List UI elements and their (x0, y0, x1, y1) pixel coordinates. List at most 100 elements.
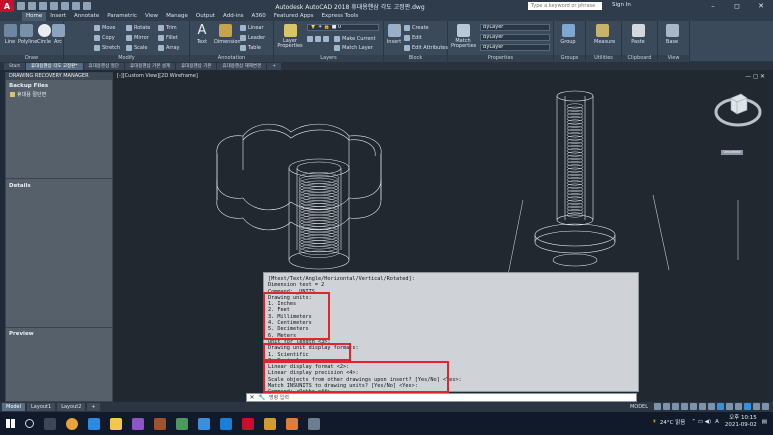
group-button[interactable]: Group (560, 24, 576, 45)
viewcube-icon[interactable] (713, 84, 763, 134)
weather-icon[interactable]: ☀ (652, 419, 657, 425)
command-line-input[interactable]: ✕ 🔧 명령 입력 (246, 393, 637, 402)
measure-button[interactable]: Measure (594, 24, 615, 45)
properties-group-label[interactable]: Properties (448, 55, 553, 62)
wrench-icon[interactable]: 🔧 (257, 394, 267, 401)
leader-button[interactable]: Leader (240, 34, 265, 41)
undo-icon[interactable] (72, 2, 80, 10)
ribbon-tab-parametric[interactable]: Parametric (103, 12, 141, 21)
zoom-icon[interactable] (220, 417, 232, 430)
stretch-button[interactable]: Stretch (94, 44, 120, 51)
array-button[interactable]: Array (158, 44, 179, 51)
match-layer-button[interactable]: Match Layer (334, 44, 373, 51)
snap-icon[interactable] (663, 403, 670, 410)
create-block-button[interactable]: Create (404, 24, 429, 31)
utilities-group-label[interactable]: Utilities (586, 55, 621, 62)
palette-divider[interactable] (6, 178, 112, 179)
document-tab[interactable]: 휴대용핸삼 해제변경 (217, 62, 267, 70)
layout-tab-layout2[interactable]: Layout2 (57, 403, 86, 411)
view-group-label[interactable]: View (658, 55, 689, 62)
layer-tools-icons[interactable] (307, 35, 331, 42)
palette-title[interactable]: DRAWING RECOVERY MANAGER (6, 73, 112, 80)
windows-start-icon[interactable] (0, 412, 20, 435)
document-tab[interactable]: 휴대용핸삼 절단 (83, 62, 124, 70)
document-tab[interactable]: 휴대용핸삼 각도 고정판* (26, 62, 83, 70)
document-tab[interactable]: 휴대용핸삼 기본 설계 (124, 62, 176, 70)
lineweight-icon[interactable] (699, 403, 706, 410)
minimize-icon[interactable]: – (701, 0, 725, 12)
file-explorer-icon[interactable] (110, 417, 122, 430)
app-icon[interactable] (176, 417, 188, 430)
autocad-logo[interactable]: A (0, 0, 14, 12)
text-button[interactable]: A Text (194, 24, 210, 45)
document-tab[interactable]: 휴대용핸삼 기본 (176, 62, 217, 70)
isolate-icon[interactable] (735, 403, 742, 410)
close-icon[interactable]: ✕ (247, 394, 257, 401)
dimension-button[interactable]: Dimension (214, 24, 241, 45)
search-icon[interactable] (25, 419, 34, 428)
rotate-button[interactable]: Rotate (126, 24, 150, 31)
insert-button[interactable]: Insert (386, 24, 402, 45)
clock[interactable]: 오후 10:15 2021-09-02 (725, 415, 757, 429)
osnap-icon[interactable] (690, 403, 697, 410)
linear-button[interactable]: Linear (240, 24, 264, 31)
move-button[interactable]: Move (94, 24, 115, 31)
print-icon[interactable] (61, 2, 69, 10)
workspace-gear-icon[interactable] (726, 403, 733, 410)
ribbon-tab-express-tools[interactable]: Express Tools (317, 12, 362, 21)
autocad-taskbar-icon[interactable] (242, 417, 254, 430)
redo-icon[interactable] (83, 2, 91, 10)
clean-screen-icon[interactable] (753, 403, 760, 410)
visual-studio-icon[interactable] (132, 417, 144, 430)
chrome-icon[interactable] (66, 417, 78, 430)
layer-dropdown[interactable]: 💡 ☀ 🔓 ■ 0 (307, 24, 379, 31)
tray-arrows-icon[interactable]: ⌃ ▭ ◀) (691, 419, 711, 425)
selection-cycling-icon[interactable] (708, 403, 715, 410)
app-icon[interactable] (308, 417, 320, 430)
copy-button[interactable]: Copy (94, 34, 115, 41)
viewport-controls-label[interactable]: [-][Custom View][2D Wireframe] (117, 73, 198, 79)
new-file-icon[interactable] (17, 2, 25, 10)
app-icon[interactable] (264, 417, 276, 430)
grid-icon[interactable] (654, 403, 661, 410)
close-icon[interactable]: ✕ (749, 0, 773, 12)
maximize-icon[interactable]: ◻ (725, 0, 749, 12)
line-button[interactable]: Line (2, 24, 18, 45)
draw-group-label[interactable]: Draw (0, 55, 63, 62)
clipboard-group-label[interactable]: Clipboard (622, 55, 657, 62)
layers-group-label[interactable]: Layers (274, 55, 383, 62)
document-tab[interactable]: Start (4, 62, 25, 70)
customization-menu-icon[interactable] (762, 403, 769, 410)
weather-label[interactable]: 24°C 맑음 (660, 418, 685, 426)
table-button[interactable]: Table (240, 44, 261, 51)
match-properties-button[interactable]: Match Properties (451, 24, 476, 49)
app-icon[interactable] (286, 417, 298, 430)
fillet-button[interactable]: Fillet (158, 34, 178, 41)
color-dropdown[interactable]: ByLayer (480, 24, 550, 31)
edit-block-button[interactable]: Edit (404, 34, 422, 41)
paste-button[interactable]: Paste (630, 24, 646, 45)
input-language[interactable]: A (715, 419, 719, 425)
vscode-icon[interactable] (88, 417, 100, 430)
scale-button[interactable]: Scale (126, 44, 147, 51)
ortho-icon[interactable] (672, 403, 679, 410)
palette-divider[interactable] (6, 327, 112, 328)
viewport-window-controls[interactable]: — ◻ ✕ (745, 73, 765, 80)
sign-in-link[interactable]: Sign In (612, 2, 631, 8)
notification-icon[interactable]: ▤ (762, 419, 767, 425)
open-file-icon[interactable] (28, 2, 36, 10)
ribbon-tab-featured-apps[interactable]: Featured Apps (270, 12, 318, 21)
groups-group-label[interactable]: Groups (554, 55, 585, 62)
ribbon-tab-a360[interactable]: A360 (248, 12, 270, 21)
save-icon[interactable] (39, 2, 47, 10)
task-view-icon[interactable] (44, 417, 56, 430)
layout-tab-layout1[interactable]: Layout1 (27, 403, 56, 411)
model-space-toggle[interactable]: MODEL (630, 404, 648, 410)
lineweight-dropdown[interactable]: ByLayer (480, 44, 550, 51)
trim-button[interactable]: Trim (158, 24, 177, 31)
mirror-button[interactable]: Mirror (126, 34, 149, 41)
ribbon-tab-output[interactable]: Output (192, 12, 219, 21)
named-view-label[interactable]: Unnamed (721, 150, 743, 155)
layer-properties-button[interactable]: Layer Properties (277, 24, 303, 49)
ribbon-tab-annotate[interactable]: Annotate (70, 12, 103, 21)
